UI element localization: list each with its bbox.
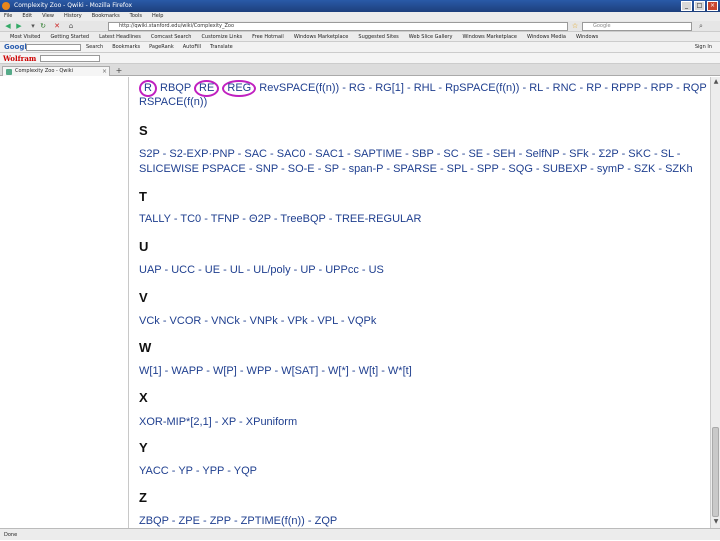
menu-bookmarks[interactable]: Bookmarks bbox=[92, 12, 120, 21]
scroll-thumb[interactable] bbox=[712, 427, 719, 517]
bookmark-item[interactable]: Suggested Sites bbox=[358, 32, 398, 41]
minimize-button[interactable]: _ bbox=[681, 1, 692, 11]
section-heading-t: T bbox=[139, 189, 147, 204]
bookmark-item[interactable]: Most Visited bbox=[10, 32, 40, 41]
class-list-v[interactable]: VCk - VCOR - VNCk - VNPk - VPk - VPL - V… bbox=[139, 314, 376, 329]
page-content: R RBQP RE REG RevSPACE(f(n)) - RG - RG[1… bbox=[130, 77, 710, 528]
bookmark-item[interactable]: Windows bbox=[576, 32, 598, 41]
wolfram-logo: Wolfram bbox=[3, 54, 37, 63]
section-heading-u: U bbox=[139, 239, 149, 254]
bookmark-item[interactable]: Free Hotmail bbox=[252, 32, 284, 41]
close-tab-icon[interactable]: × bbox=[102, 67, 107, 76]
search-placeholder: Google bbox=[593, 23, 611, 29]
circled-class-reg[interactable]: REG bbox=[222, 80, 257, 97]
left-sidebar bbox=[0, 77, 129, 528]
bookmark-item[interactable]: Getting Started bbox=[50, 32, 89, 41]
class-list-x[interactable]: XOR-MIP*[2,1] - XP - XPuniform bbox=[139, 415, 297, 430]
vertical-scrollbar[interactable]: ▲ ▼ bbox=[710, 77, 720, 528]
window-controls: _ □ × bbox=[681, 1, 718, 11]
section-heading-s: S bbox=[139, 123, 148, 138]
bookmark-item[interactable]: Web Slice Gallery bbox=[409, 32, 453, 41]
class-list-t[interactable]: TALLY - TC0 - TFNP - Θ2P - TreeBQP - TRE… bbox=[139, 212, 421, 227]
bookmark-item[interactable]: Windows Media bbox=[527, 32, 566, 41]
bookmark-item[interactable]: Windows Marketplace bbox=[294, 32, 349, 41]
class-list-line-r: R RBQP RE REG RevSPACE(f(n)) - RG - RG[1… bbox=[139, 80, 710, 97]
tab-strip: Complexity Zoo - Qwiki × + bbox=[0, 64, 720, 76]
back-arrow-icon[interactable]: ◀ bbox=[3, 22, 13, 31]
url-text: http://qwiki.stanford.edu/wiki/Complexit… bbox=[119, 23, 235, 29]
class-list-u[interactable]: UAP - UCC - UE - UL - UL/poly - UP - UPP… bbox=[139, 263, 384, 278]
google-toolbar: Google Search Bookmarks PageRank AutoFil… bbox=[0, 42, 720, 53]
menu-help[interactable]: Help bbox=[152, 12, 163, 21]
firefox-icon bbox=[2, 2, 10, 10]
class-list-s-1[interactable]: S2P - S2-EXP·PNP - SAC - SAC0 - SAC1 - S… bbox=[139, 147, 680, 162]
section-heading-z: Z bbox=[139, 490, 147, 505]
navigation-toolbar: ◀ ▶ ▾ ↻ ✕ ⌂ http://qwiki.stanford.edu/wi… bbox=[0, 21, 720, 32]
class-list-z[interactable]: ZBQP - ZPE - ZPP - ZPTIME(f(n)) - ZQP bbox=[139, 514, 337, 528]
reload-icon[interactable]: ↻ bbox=[38, 22, 48, 31]
search-box[interactable]: Google bbox=[582, 22, 692, 31]
dropdown-icon[interactable]: ▾ bbox=[28, 22, 38, 31]
home-icon[interactable]: ⌂ bbox=[66, 22, 76, 31]
section-heading-w: W bbox=[139, 340, 152, 355]
google-sign-in-link[interactable]: Sign In bbox=[695, 42, 712, 53]
class-list-s-2[interactable]: SLICEWISE PSPACE - SNP - SO-E - SP - spa… bbox=[139, 162, 693, 177]
google-translate-button[interactable]: Translate bbox=[210, 42, 233, 53]
bookmark-item[interactable]: Comcast Search bbox=[151, 32, 192, 41]
class-list-line-r2[interactable]: RSPACE(f(n)) bbox=[139, 95, 207, 110]
section-heading-v: V bbox=[139, 290, 148, 305]
bookmark-item[interactable]: Latest Headlines bbox=[99, 32, 141, 41]
forward-arrow-icon[interactable]: ▶ bbox=[14, 22, 24, 31]
star-icon[interactable]: ☆ bbox=[570, 22, 580, 31]
section-heading-y: Y bbox=[139, 440, 148, 455]
menu-history[interactable]: History bbox=[64, 12, 82, 21]
wolfram-toolbar: Wolfram bbox=[0, 53, 720, 64]
menu-view[interactable]: View bbox=[42, 12, 54, 21]
class-list-w[interactable]: W[1] - WAPP - W[P] - WPP - W[SAT] - W[*]… bbox=[139, 364, 412, 379]
browser-window: Complexity Zoo - Qwiki - Mozilla Firefox… bbox=[0, 0, 720, 540]
new-tab-button[interactable]: + bbox=[114, 66, 124, 76]
tab-complexity-zoo[interactable]: Complexity Zoo - Qwiki × bbox=[2, 66, 110, 76]
status-text: Done bbox=[4, 532, 18, 538]
status-bar: Done bbox=[0, 528, 720, 540]
google-bookmarks-button[interactable]: Bookmarks bbox=[112, 42, 140, 53]
google-pagerank-button[interactable]: PageRank bbox=[149, 42, 174, 53]
bookmark-item[interactable]: Customize Links bbox=[201, 32, 242, 41]
menu-bar: File Edit View History Bookmarks Tools H… bbox=[0, 12, 720, 21]
google-toolbar-items: Search Bookmarks PageRank AutoFill Trans… bbox=[86, 42, 233, 53]
scroll-up-icon[interactable]: ▲ bbox=[712, 78, 720, 86]
section-heading-x: X bbox=[139, 390, 148, 405]
url-bar[interactable]: http://qwiki.stanford.edu/wiki/Complexit… bbox=[108, 22, 568, 31]
google-search-input[interactable] bbox=[26, 44, 81, 51]
maximize-button[interactable]: □ bbox=[694, 1, 705, 11]
menu-edit[interactable]: Edit bbox=[22, 12, 32, 21]
google-search-button[interactable]: Search bbox=[86, 42, 103, 53]
bookmarks-toolbar: Most Visited Getting Started Latest Head… bbox=[0, 32, 720, 42]
scroll-down-icon[interactable]: ▼ bbox=[712, 518, 720, 526]
menu-tools[interactable]: Tools bbox=[130, 12, 142, 21]
search-magnifier-icon[interactable]: ⌕ bbox=[696, 22, 706, 31]
favicon-icon bbox=[6, 69, 12, 75]
class-list-rest[interactable]: RevSPACE(f(n)) - RG - RG[1] - RHL - RpSP… bbox=[259, 82, 710, 94]
title-bar: Complexity Zoo - Qwiki - Mozilla Firefox… bbox=[0, 0, 720, 12]
window-title: Complexity Zoo - Qwiki - Mozilla Firefox bbox=[14, 2, 133, 9]
tab-label: Complexity Zoo - Qwiki bbox=[15, 68, 74, 74]
bookmark-item[interactable]: Windows Marketplace bbox=[462, 32, 517, 41]
stop-icon[interactable]: ✕ bbox=[52, 22, 62, 31]
class-link-rbqp[interactable]: RBQP bbox=[160, 82, 194, 94]
close-window-button[interactable]: × bbox=[707, 1, 718, 11]
google-autofill-button[interactable]: AutoFill bbox=[183, 42, 201, 53]
class-list-y[interactable]: YACC - YP - YPP - YQP bbox=[139, 464, 257, 479]
menu-file[interactable]: File bbox=[4, 12, 12, 21]
wolfram-search-input[interactable] bbox=[40, 55, 100, 62]
